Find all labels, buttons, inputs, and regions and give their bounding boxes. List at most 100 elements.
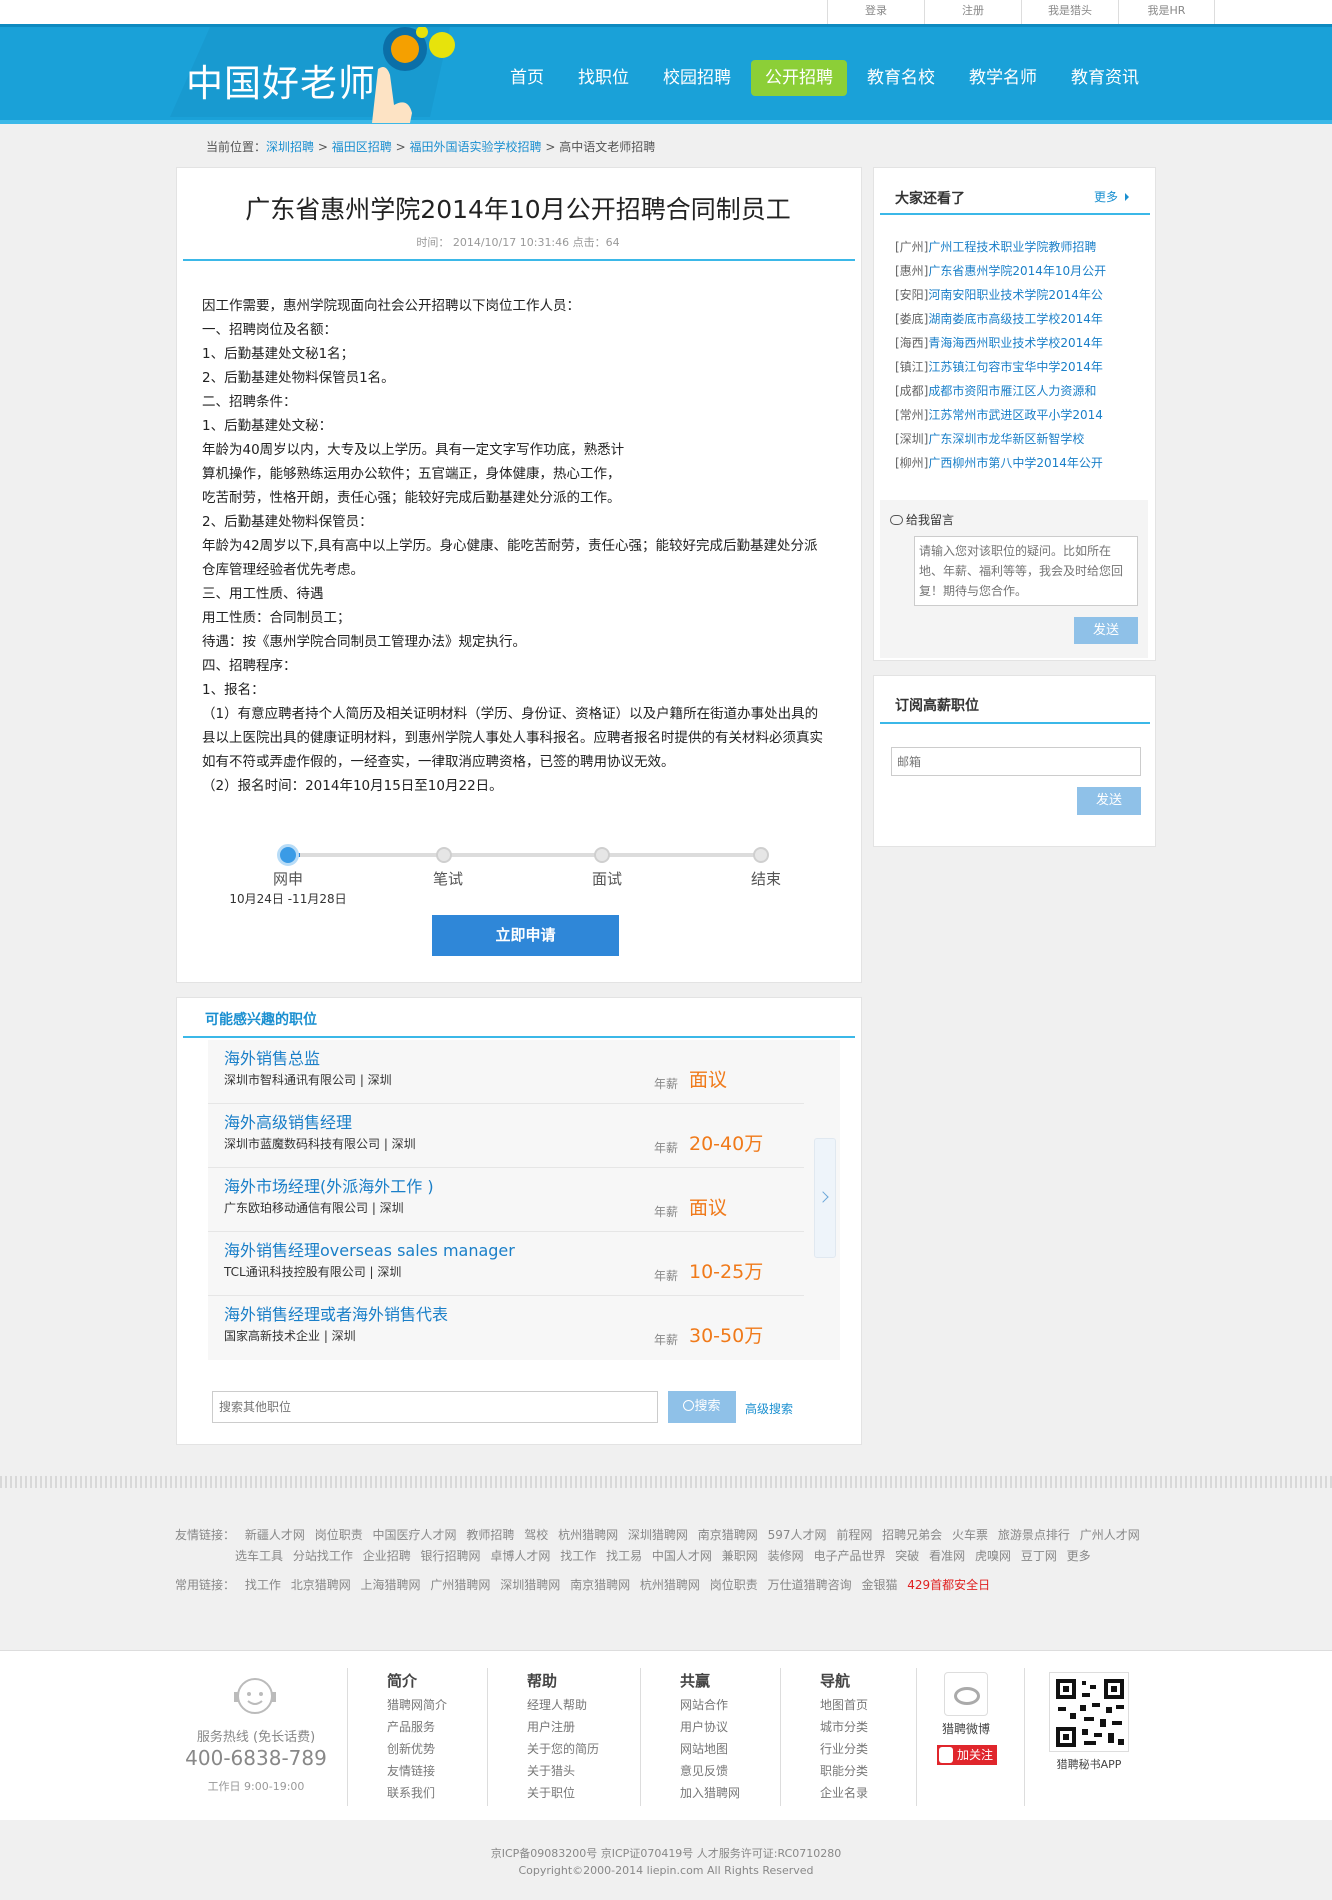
friend-link[interactable]: 中国人才网: [652, 1549, 712, 1563]
footer-link[interactable]: 用户注册: [527, 1716, 599, 1738]
footer-link[interactable]: 职能分类: [820, 1760, 868, 1782]
viewed-item[interactable]: [海西]青海海西州职业技术学校2014年: [895, 334, 1103, 351]
friend-link[interactable]: 突破: [895, 1549, 919, 1563]
footer-link[interactable]: 意见反馈: [680, 1760, 740, 1782]
footer-link[interactable]: 城市分类: [820, 1716, 868, 1738]
viewed-item[interactable]: [广州]广州工程技术职业学院教师招聘: [895, 238, 1096, 255]
friend-link[interactable]: 广州人才网: [1080, 1528, 1140, 1542]
email-input[interactable]: [891, 747, 1141, 776]
nav-news[interactable]: 教育资讯: [1057, 60, 1153, 96]
more-link[interactable]: 更多: [1094, 188, 1129, 205]
footer-link[interactable]: 网站合作: [680, 1694, 740, 1716]
friend-link[interactable]: 兼职网: [722, 1549, 758, 1563]
friend-link[interactable]: 虎嗅网: [975, 1549, 1011, 1563]
register-link[interactable]: 注册: [924, 0, 1021, 24]
footer-link[interactable]: 猎聘网简介: [387, 1694, 447, 1716]
job-title[interactable]: 海外销售经理overseas sales manager: [224, 1237, 515, 1261]
friend-link[interactable]: 银行招聘网: [421, 1549, 481, 1563]
common-link[interactable]: 南京猎聘网: [570, 1578, 630, 1592]
friend-link[interactable]: 分站找工作: [293, 1549, 353, 1563]
job-title[interactable]: 海外销售总监: [224, 1045, 320, 1069]
footer-link[interactable]: 联系我们: [387, 1782, 447, 1804]
footer-link[interactable]: 用户协议: [680, 1716, 740, 1738]
viewed-item[interactable]: [安阳]河南安阳职业技术学院2014年公: [895, 286, 1103, 303]
friend-link[interactable]: 教师招聘: [466, 1528, 514, 1542]
common-link[interactable]: 金银猫: [861, 1578, 897, 1592]
footer-link[interactable]: 行业分类: [820, 1738, 868, 1760]
friend-link[interactable]: 找工作: [560, 1549, 596, 1563]
weibo-icon[interactable]: [944, 1672, 988, 1716]
footer-link[interactable]: 加入猎聘网: [680, 1782, 740, 1804]
nav-teachers[interactable]: 教学名师: [955, 60, 1051, 96]
friend-link[interactable]: 招聘兄弟会: [882, 1528, 942, 1542]
job-item[interactable]: 海外销售总监 深圳市智科通讯有限公司 | 深圳 年薪 面议: [208, 1041, 804, 1104]
nav-home[interactable]: 首页: [496, 60, 558, 96]
friend-link[interactable]: 找工易: [606, 1549, 642, 1563]
common-link[interactable]: 广州猎聘网: [430, 1578, 490, 1592]
viewed-item[interactable]: [常州]江苏常州市武进区政平小学2014: [895, 406, 1103, 423]
job-item[interactable]: 海外高级销售经理 深圳市蓝魔数码科技有限公司 | 深圳 年薪 20-40万: [208, 1105, 804, 1168]
friend-link[interactable]: 新疆人才网: [245, 1528, 305, 1542]
footer-link[interactable]: 关于职位: [527, 1782, 599, 1804]
footer-link[interactable]: 关于您的简历: [527, 1738, 599, 1760]
job-search-input[interactable]: [212, 1391, 658, 1423]
friend-link[interactable]: 装修网: [768, 1549, 804, 1563]
friend-link[interactable]: 杭州猎聘网: [558, 1528, 618, 1542]
friend-link[interactable]: 火车票: [952, 1528, 988, 1542]
subscribe-send-button[interactable]: 发送: [1077, 787, 1141, 815]
nav-public-recruit[interactable]: 公开招聘: [751, 60, 847, 96]
hr-link[interactable]: 我是HR: [1118, 0, 1215, 24]
advanced-search-link[interactable]: 高级搜索: [745, 1400, 793, 1417]
friend-link[interactable]: 南京猎聘网: [698, 1528, 758, 1542]
breadcrumb-shenzhen[interactable]: 深圳招聘: [266, 140, 314, 154]
job-item[interactable]: 海外市场经理(外派海外工作 ) 广东欧珀移动通信有限公司 | 深圳 年薪 面议: [208, 1169, 804, 1232]
logo[interactable]: 中国好老师: [150, 27, 470, 123]
footer-link[interactable]: 关于猎头: [527, 1760, 599, 1782]
viewed-item[interactable]: [柳州]广西柳州市第八中学2014年公开: [895, 454, 1103, 471]
friend-link[interactable]: 中国医疗人才网: [373, 1528, 457, 1542]
common-link[interactable]: 岗位职责: [710, 1578, 758, 1592]
footer-link[interactable]: 网站地图: [680, 1738, 740, 1760]
viewed-item[interactable]: [镇江]江苏镇江句容市宝华中学2014年: [895, 358, 1103, 375]
friend-link[interactable]: 597人才网: [768, 1528, 827, 1542]
footer-link[interactable]: 友情链接: [387, 1760, 447, 1782]
friend-link[interactable]: 更多: [1067, 1549, 1091, 1563]
footer-link[interactable]: 产品服务: [387, 1716, 447, 1738]
common-link[interactable]: 上海猎聘网: [361, 1578, 421, 1592]
follow-button[interactable]: 加关注: [937, 1745, 997, 1765]
friend-link[interactable]: 岗位职责: [315, 1528, 363, 1542]
friend-link[interactable]: 豆丁网: [1021, 1549, 1057, 1563]
friend-link[interactable]: 电子产品世界: [813, 1549, 885, 1563]
viewed-item[interactable]: [娄底]湖南娄底市高级技工学校2014年: [895, 310, 1103, 327]
message-send-button[interactable]: 发送: [1074, 617, 1138, 644]
friend-link[interactable]: 驾校: [524, 1528, 548, 1542]
viewed-item[interactable]: [惠州]广东省惠州学院2014年10月公开: [895, 262, 1106, 279]
friend-link[interactable]: 看准网: [929, 1549, 965, 1563]
nav-campus[interactable]: 校园招聘: [649, 60, 745, 96]
common-link[interactable]: 杭州猎聘网: [640, 1578, 700, 1592]
common-link[interactable]: 找工作: [245, 1578, 281, 1592]
breadcrumb-school[interactable]: 福田外国语实验学校招聘: [409, 140, 541, 154]
footer-link[interactable]: 地图首页: [820, 1694, 868, 1716]
friend-link[interactable]: 企业招聘: [363, 1549, 411, 1563]
job-item[interactable]: 海外销售经理或者海外销售代表 国家高新技术企业 | 深圳 年薪 30-50万: [208, 1297, 804, 1360]
footer-link[interactable]: 企业名录: [820, 1782, 868, 1804]
nav-jobs[interactable]: 找职位: [564, 60, 643, 96]
common-link-highlight[interactable]: 429首都安全日: [907, 1578, 990, 1592]
viewed-item[interactable]: [深圳]广东深圳市龙华新区新智学校: [895, 430, 1084, 447]
friend-link[interactable]: 深圳猎聘网: [628, 1528, 688, 1542]
message-textarea[interactable]: [914, 536, 1138, 606]
friend-link[interactable]: 旅游景点排行: [998, 1528, 1070, 1542]
job-title[interactable]: 海外高级销售经理: [224, 1109, 352, 1133]
login-link[interactable]: 登录: [827, 0, 924, 24]
breadcrumb-futian[interactable]: 福田区招聘: [332, 140, 392, 154]
apply-button[interactable]: 立即申请: [432, 915, 619, 956]
nav-schools[interactable]: 教育名校: [853, 60, 949, 96]
footer-link[interactable]: 创新优势: [387, 1738, 447, 1760]
job-item[interactable]: 海外销售经理overseas sales manager TCL通讯科技控股有限…: [208, 1233, 804, 1296]
friend-link[interactable]: 前程网: [836, 1528, 872, 1542]
next-arrow-button[interactable]: [814, 1138, 836, 1258]
job-title[interactable]: 海外销售经理或者海外销售代表: [224, 1301, 448, 1325]
common-link[interactable]: 深圳猎聘网: [500, 1578, 560, 1592]
viewed-item[interactable]: [成都]成都市资阳市雁江区人力资源和: [895, 382, 1096, 399]
